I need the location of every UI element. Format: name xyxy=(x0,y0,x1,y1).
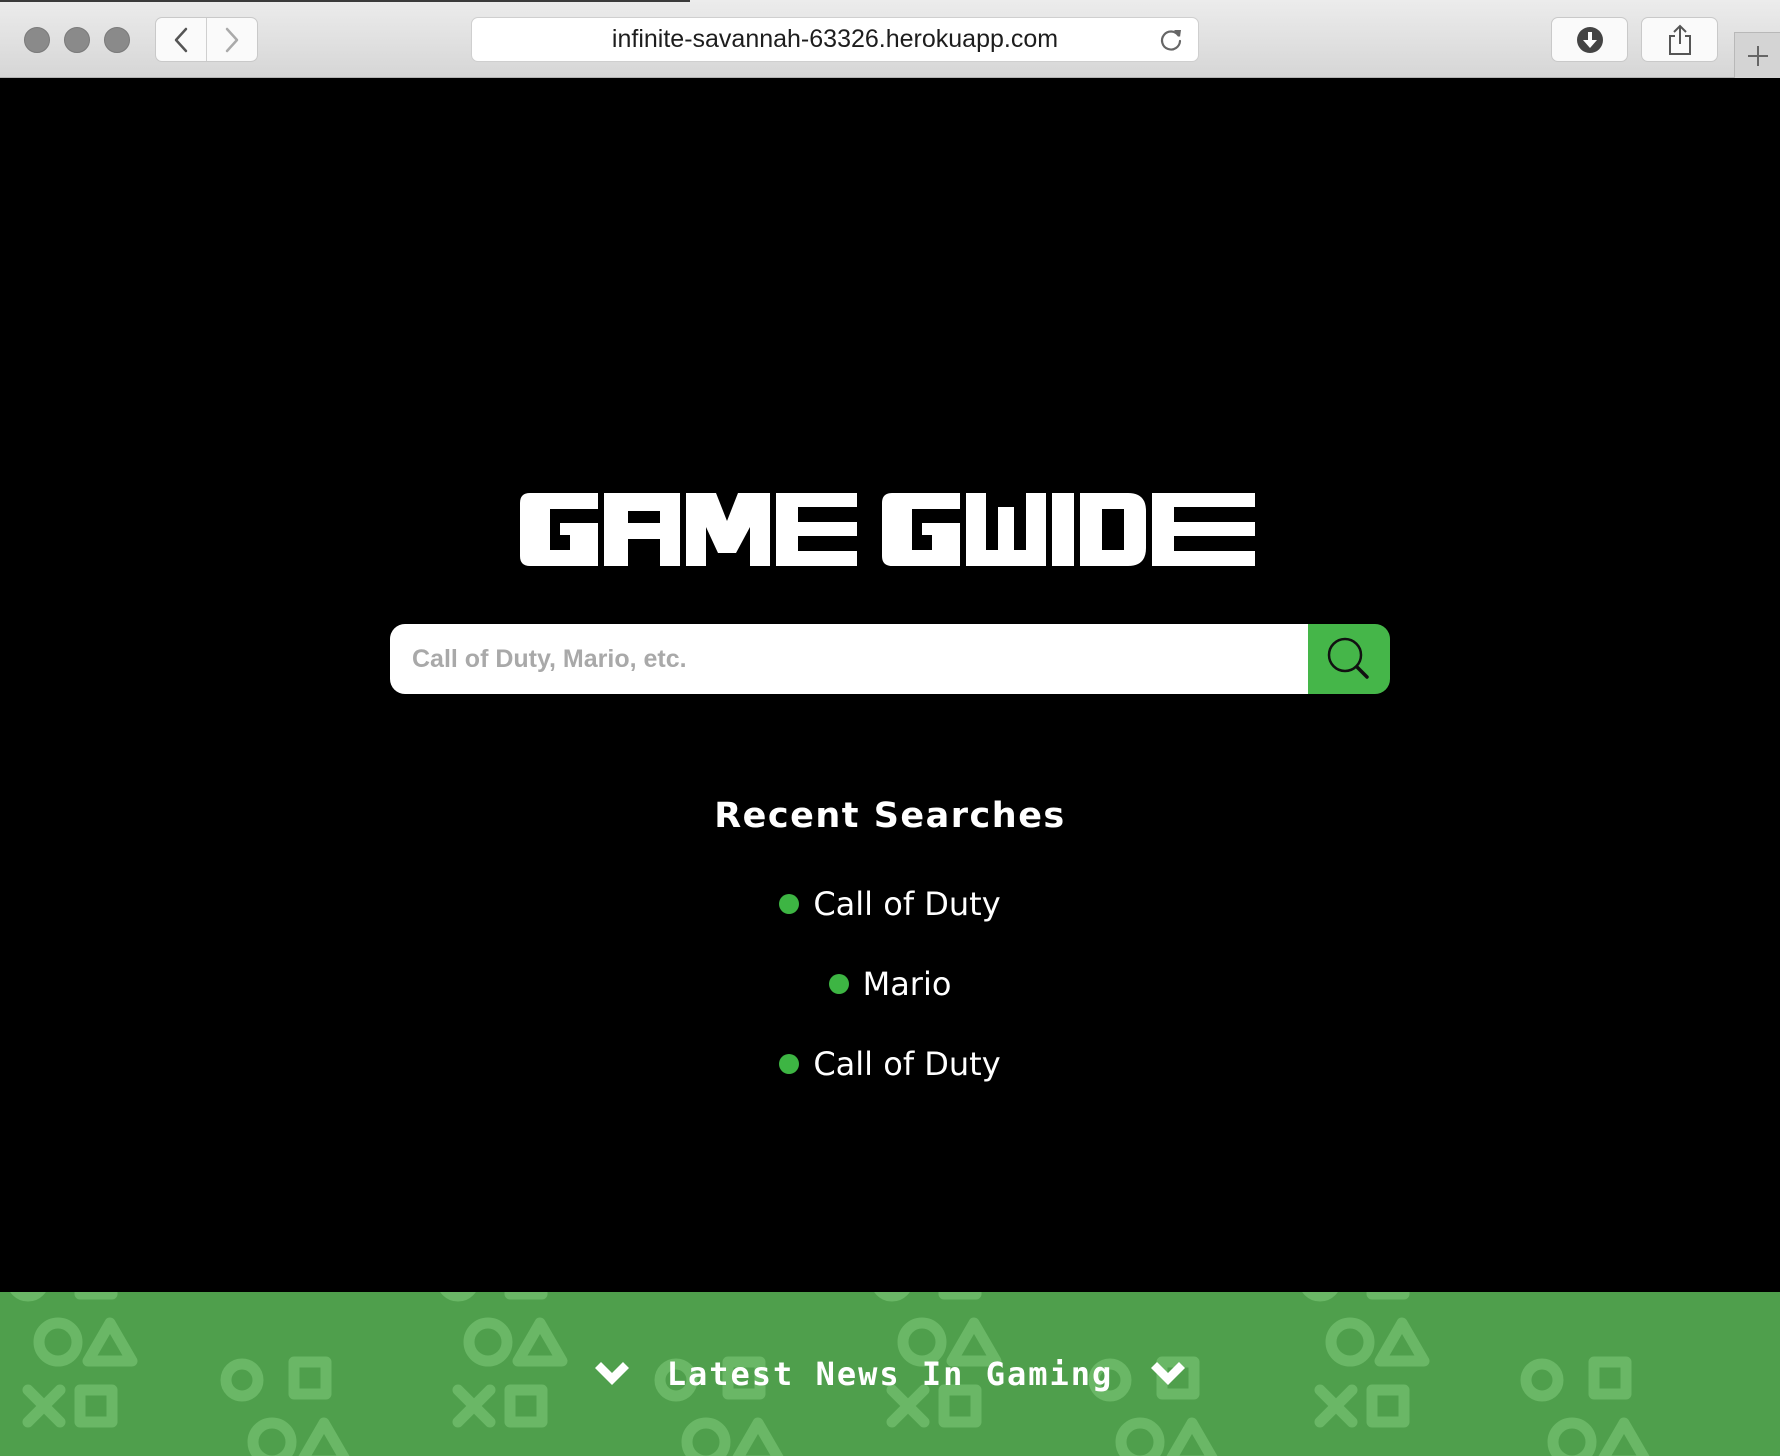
search-submit-button[interactable] xyxy=(1308,624,1390,694)
bullet-dot-icon xyxy=(828,974,849,994)
game-guide-logo xyxy=(520,493,1255,566)
chevron-down-icon[interactable] xyxy=(594,1362,629,1386)
reload-icon[interactable] xyxy=(1158,27,1184,53)
minimize-window-button[interactable] xyxy=(64,27,90,53)
game-search-form xyxy=(390,624,1390,694)
recent-searches-heading: Recent Searches xyxy=(714,796,1066,836)
zoom-window-button[interactable] xyxy=(104,27,130,53)
address-bar-url: infinite-savannah-63326.herokuapp.com xyxy=(611,25,1059,53)
new-tab-button[interactable] xyxy=(1734,32,1780,78)
downloads-button[interactable] xyxy=(1551,17,1628,62)
recent-search-item: Call of Duty xyxy=(0,864,1780,944)
latest-news-section[interactable]: Latest News In Gaming xyxy=(0,1292,1780,1456)
recent-search-link[interactable]: Call of Duty xyxy=(813,1045,1000,1083)
game-search-input[interactable] xyxy=(390,624,1308,694)
chevron-right-icon xyxy=(225,27,239,52)
browser-toolbar: infinite-savannah-63326.herokuapp.com xyxy=(0,0,1780,78)
back-button[interactable] xyxy=(156,18,206,61)
latest-news-bar: Latest News In Gaming xyxy=(0,1292,1780,1456)
recent-searches-list: Call of Duty Mario Call of Duty xyxy=(0,864,1780,1104)
recent-search-item: Call of Duty xyxy=(0,1024,1780,1104)
bullet-dot-icon xyxy=(779,894,800,914)
chevron-down-icon[interactable] xyxy=(1151,1362,1186,1386)
chevron-left-icon xyxy=(174,27,188,52)
forward-button[interactable] xyxy=(206,18,257,61)
plus-icon xyxy=(1747,45,1768,66)
page-load-progress xyxy=(0,0,690,2)
share-button[interactable] xyxy=(1641,17,1718,62)
download-icon xyxy=(1576,26,1603,53)
share-icon xyxy=(1668,24,1691,55)
bullet-dot-icon xyxy=(779,1054,800,1074)
page-content: Recent Searches Call of Duty Mario Call … xyxy=(0,78,1780,1292)
latest-news-label: Latest News In Gaming xyxy=(666,1355,1114,1393)
close-window-button[interactable] xyxy=(24,27,50,53)
recent-search-link[interactable]: Mario xyxy=(863,965,952,1003)
recent-search-link[interactable]: Call of Duty xyxy=(813,885,1000,923)
recent-search-item: Mario xyxy=(0,944,1780,1024)
magnifier-icon xyxy=(1327,637,1369,679)
address-bar[interactable]: infinite-savannah-63326.herokuapp.com xyxy=(471,17,1199,62)
history-navigation xyxy=(155,17,258,62)
